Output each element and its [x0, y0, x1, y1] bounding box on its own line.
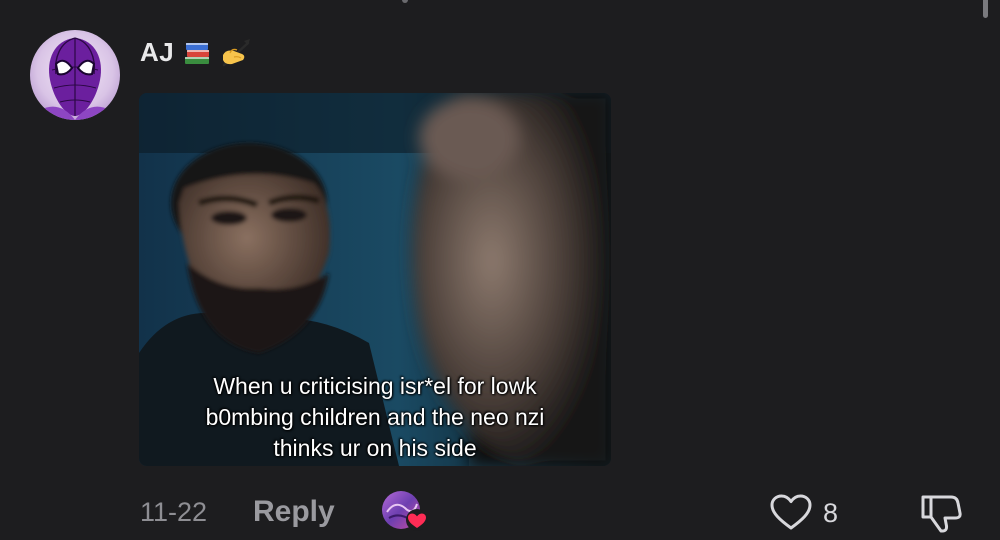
caption-line: When u criticising isr*el for lowk [213, 373, 537, 399]
books-emoji-icon [182, 37, 212, 67]
username[interactable]: AJ [140, 37, 174, 68]
comment-media-image[interactable]: When u criticising isr*el for lowk b0mbi… [139, 93, 611, 466]
username-row: AJ [140, 32, 252, 72]
liker-avatar-icon [382, 491, 428, 531]
creator-liked-badge[interactable] [381, 490, 431, 534]
dislike-button[interactable] [917, 491, 963, 535]
spider-hero-avatar-icon [30, 30, 120, 120]
reply-button[interactable]: Reply [253, 495, 335, 529]
caption-line: b0mbing children and the neo nzi [205, 404, 545, 430]
scroll-indicator-dot [402, 0, 408, 3]
comment-actions: 11-22 Reply 8 [0, 487, 1000, 537]
scrollbar[interactable] [983, 0, 988, 18]
thumbs-down-icon [921, 495, 962, 533]
avatar[interactable] [30, 30, 120, 120]
like-count: 8 [823, 498, 839, 528]
heart-outline-icon [770, 494, 812, 530]
writing-hand-emoji-icon [220, 37, 252, 67]
comment-date: 11-22 [140, 497, 208, 527]
like-button[interactable] [768, 492, 814, 532]
media-caption: When u criticising isr*el for lowk b0mbi… [139, 371, 611, 464]
caption-line: thinks ur on his side [273, 435, 477, 461]
